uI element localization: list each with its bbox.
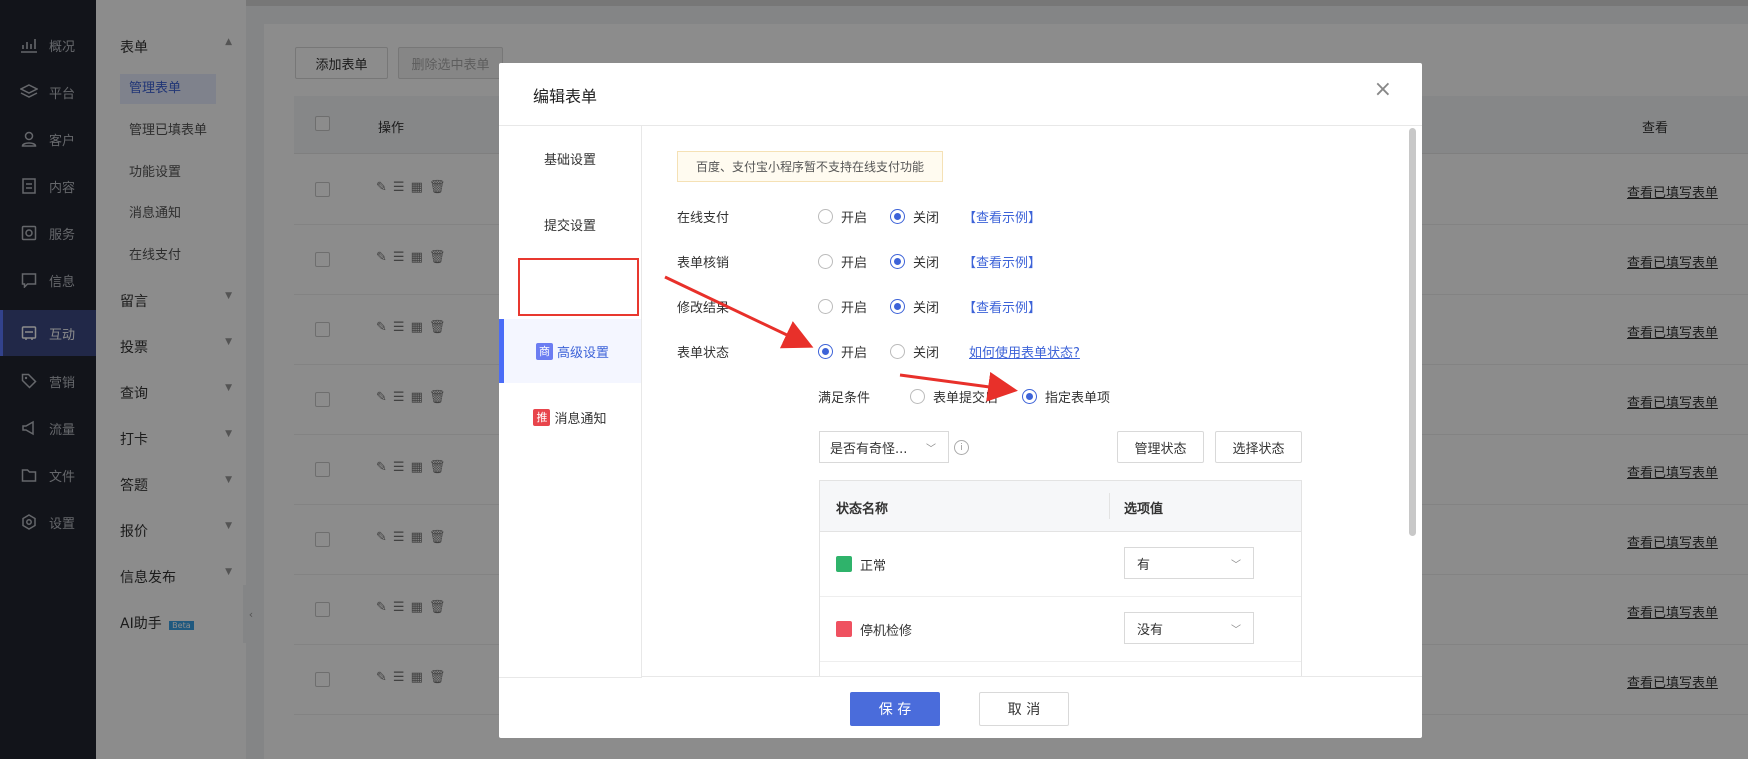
arrow-to-state-on	[664, 275, 814, 349]
arrow-to-specific-field	[899, 371, 1018, 402]
annotation-arrows	[664, 275, 1018, 402]
